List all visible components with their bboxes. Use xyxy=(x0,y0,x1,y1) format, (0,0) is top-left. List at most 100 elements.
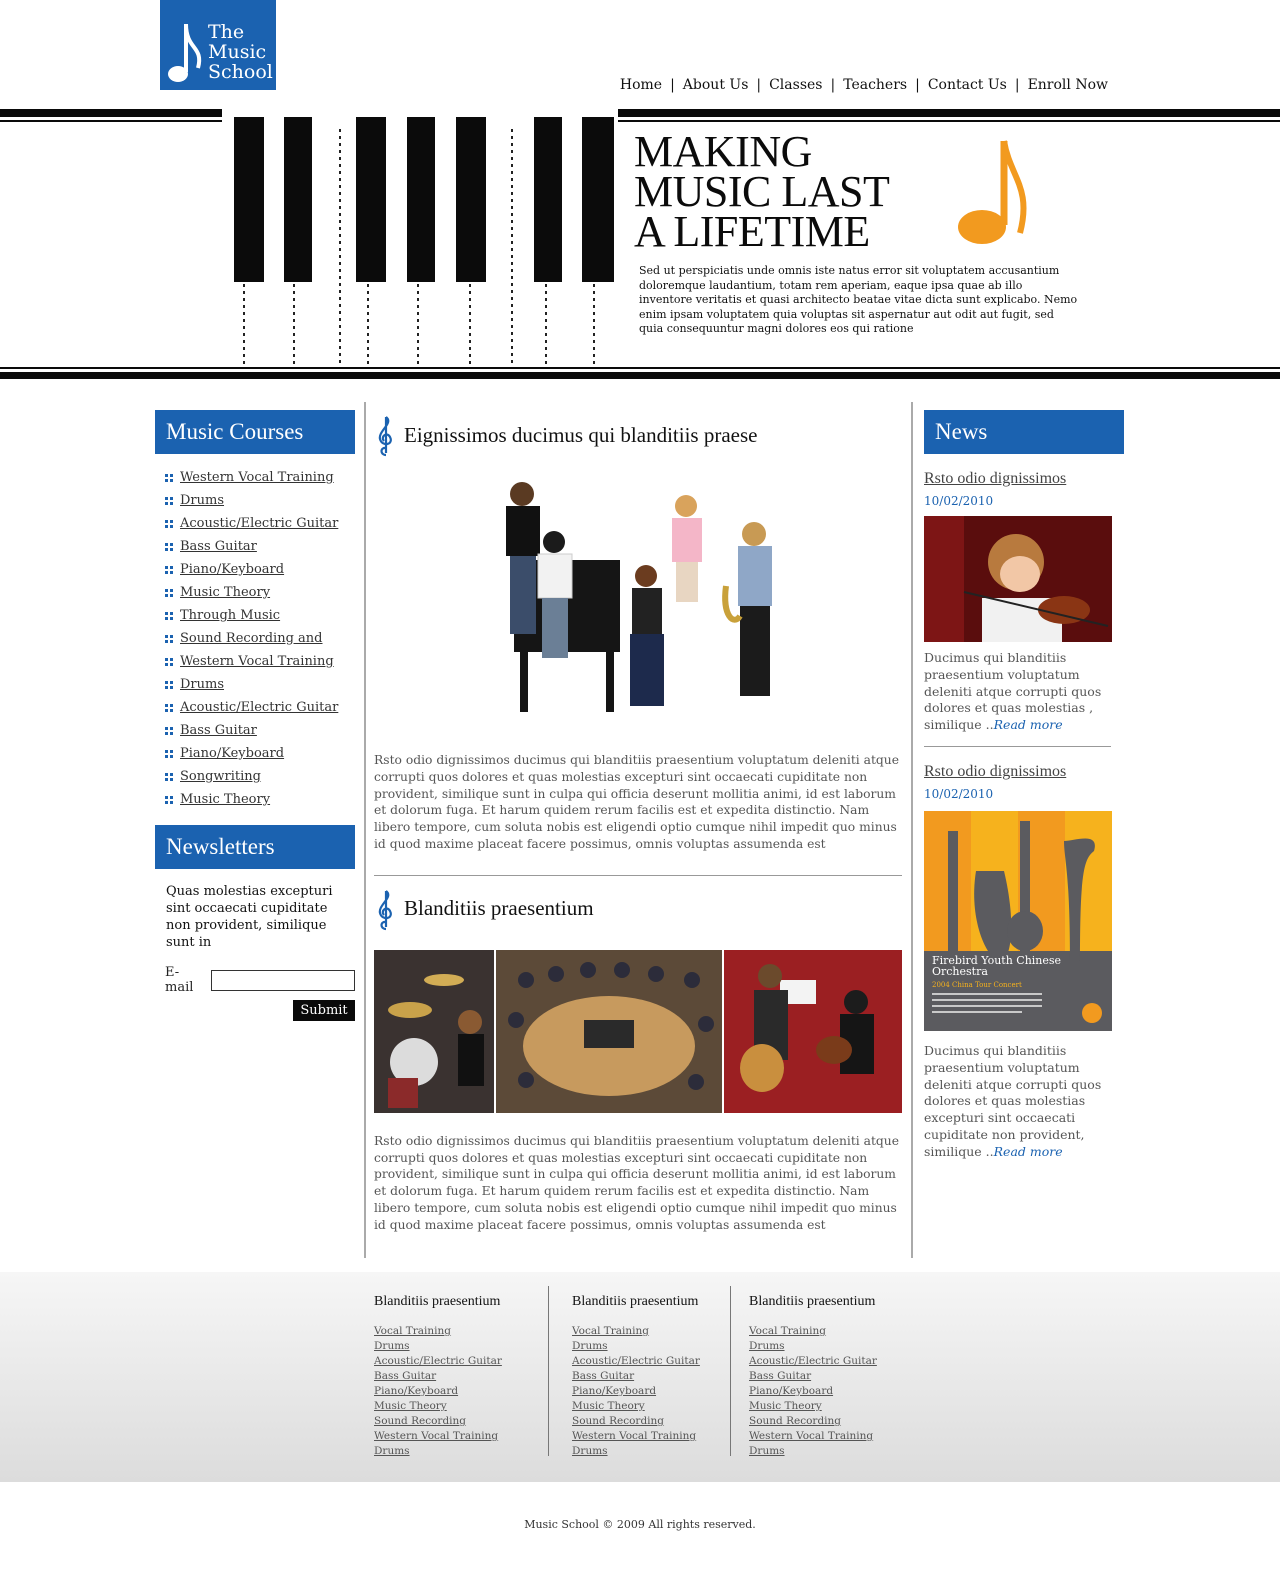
footer-link[interactable]: Music Theory xyxy=(374,1399,502,1414)
bullet-icon xyxy=(165,749,173,758)
footer-column-title: Blanditiis praesentium xyxy=(572,1294,699,1309)
footer-column: Blanditiis praesentium Vocal Training Drum… xyxy=(749,1294,877,1459)
footer-divider xyxy=(548,1286,549,1456)
footer-link[interactable]: Drums xyxy=(374,1339,502,1354)
footer-divider xyxy=(730,1286,731,1456)
course-link[interactable]: Music Theory xyxy=(180,585,270,600)
footer-column-title: Blanditiis praesentium xyxy=(749,1294,876,1309)
nav-contact-us[interactable]: Contact Us xyxy=(928,77,1007,93)
footer-link[interactable]: Western Vocal Training xyxy=(749,1429,877,1444)
footer-link[interactable]: Vocal Training xyxy=(749,1324,877,1339)
newsletter-text: Quas molestias excepturi sint occaecati … xyxy=(166,884,333,950)
bullet-icon xyxy=(165,680,173,689)
treble-clef-icon xyxy=(378,416,392,457)
footer-link[interactable]: Sound Recording xyxy=(749,1414,877,1429)
logo-text: The Music School xyxy=(208,21,273,83)
course-item: Music Theory xyxy=(165,788,355,811)
read-more-link[interactable]: Read more xyxy=(994,1144,1063,1159)
nav-enroll-now[interactable]: Enroll Now xyxy=(1028,77,1108,93)
section-title: Blanditiis praesentium xyxy=(404,896,594,921)
email-row: E-mail xyxy=(155,951,355,995)
section-divider xyxy=(374,874,902,876)
bullet-icon xyxy=(165,657,173,666)
photo-strip xyxy=(374,949,902,1113)
news-item-title[interactable]: Rsto odio dignissimos xyxy=(924,470,1066,487)
course-item: Acoustic/Electric Guitar xyxy=(165,696,355,719)
course-link[interactable]: Drums xyxy=(180,493,224,508)
footer-link[interactable]: Piano/Keyboard xyxy=(572,1384,700,1399)
footer-link[interactable]: Drums xyxy=(572,1444,700,1459)
newsletter-box: Newsletters Quas molestias excepturi sin… xyxy=(155,825,355,1021)
course-item: Bass Guitar xyxy=(165,535,355,558)
footer-link[interactable]: Music Theory xyxy=(572,1399,700,1414)
bullet-icon xyxy=(165,519,173,528)
column-divider-left xyxy=(364,402,366,1258)
bullet-icon xyxy=(165,611,173,620)
footer-link[interactable]: Acoustic/Electric Guitar xyxy=(749,1354,877,1369)
course-item: Acoustic/Electric Guitar xyxy=(165,512,355,535)
course-item: Songwriting xyxy=(165,765,355,788)
bullet-icon xyxy=(165,726,173,735)
bullet-icon xyxy=(165,565,173,574)
news-item: Rsto odio dignissimos 10/02/2010 Firebir… xyxy=(924,761,1124,1161)
course-list: Western Vocal Training Drums Acoustic/Elec… xyxy=(155,454,355,811)
footer-link[interactable]: Drums xyxy=(572,1339,700,1354)
footer-link[interactable]: Drums xyxy=(749,1444,877,1459)
footer-link[interactable]: Music Theory xyxy=(749,1399,877,1414)
footer-link[interactable]: Sound Recording xyxy=(374,1414,502,1429)
nav-classes[interactable]: Classes xyxy=(769,77,822,93)
course-link[interactable]: Sound Recording and xyxy=(180,631,323,646)
footer-link[interactable]: Vocal Training xyxy=(374,1324,502,1339)
nav-teachers[interactable]: Teachers xyxy=(843,77,907,93)
section-heading: Eignissimos ducimus qui blanditiis praes… xyxy=(374,410,902,460)
footer-link[interactable]: Drums xyxy=(749,1339,877,1354)
course-link[interactable]: Western Vocal Training xyxy=(180,470,334,485)
course-item: Western Vocal Training xyxy=(165,650,355,673)
bullet-icon xyxy=(165,772,173,781)
footer-link[interactable]: Bass Guitar xyxy=(572,1369,700,1384)
news-date: 10/02/2010 xyxy=(924,494,994,508)
course-link[interactable]: Bass Guitar xyxy=(180,723,257,738)
guitar-lesson-photo xyxy=(724,949,902,1113)
footer-link[interactable]: Bass Guitar xyxy=(374,1369,502,1384)
logo[interactable]: The Music School xyxy=(160,0,276,90)
footer-link[interactable]: Sound Recording xyxy=(572,1414,700,1429)
footer-link[interactable]: Piano/Keyboard xyxy=(374,1384,502,1399)
course-link[interactable]: Piano/Keyboard xyxy=(180,562,284,577)
submit-button[interactable]: Submit xyxy=(293,1000,355,1021)
hero-text: Sed ut perspiciatis unde omnis iste natu… xyxy=(639,264,1078,335)
orchestra-poster-image xyxy=(924,810,1112,1031)
nav-about-us[interactable]: About Us xyxy=(683,77,749,93)
nav-home[interactable]: Home xyxy=(620,77,662,93)
bullet-icon xyxy=(165,542,173,551)
footer-link[interactable]: Western Vocal Training xyxy=(374,1429,502,1444)
students-band-photo xyxy=(374,476,902,746)
read-more-link[interactable]: Read more xyxy=(994,717,1063,732)
footer-link[interactable]: Bass Guitar xyxy=(749,1369,877,1384)
course-link[interactable]: Through Music xyxy=(180,608,280,623)
treble-clef-icon xyxy=(378,889,392,930)
news-item-title[interactable]: Rsto odio dignissimos xyxy=(924,763,1066,780)
section-text: Rsto odio dignissimos ducimus qui blandi… xyxy=(374,1133,899,1232)
footer-link[interactable]: Acoustic/Electric Guitar xyxy=(374,1354,502,1369)
section-text: Rsto odio dignissimos ducimus qui blandi… xyxy=(374,753,899,851)
bullet-icon xyxy=(165,496,173,505)
course-link[interactable]: Songwriting xyxy=(180,769,261,784)
course-link[interactable]: Western Vocal Training xyxy=(180,654,334,669)
course-link[interactable]: Piano/Keyboard xyxy=(180,746,284,761)
course-link[interactable]: Bass Guitar xyxy=(180,539,257,554)
footer-column: Blanditiis praesentium Vocal Training Drum… xyxy=(374,1294,502,1459)
footer-link[interactable]: Drums xyxy=(374,1444,502,1459)
email-field[interactable] xyxy=(211,969,355,991)
footer-link[interactable]: Acoustic/Electric Guitar xyxy=(572,1354,700,1369)
course-item: Bass Guitar xyxy=(165,719,355,742)
course-item: Piano/Keyboard xyxy=(165,742,355,765)
course-link[interactable]: Drums xyxy=(180,677,224,692)
course-link[interactable]: Acoustic/Electric Guitar xyxy=(180,700,338,715)
footer-link[interactable]: Piano/Keyboard xyxy=(749,1384,877,1399)
course-link[interactable]: Music Theory xyxy=(180,792,270,807)
course-link[interactable]: Acoustic/Electric Guitar xyxy=(180,516,338,531)
footer-link[interactable]: Vocal Training xyxy=(572,1324,700,1339)
footer-link[interactable]: Western Vocal Training xyxy=(572,1429,700,1444)
news-item: Rsto odio dignissimos 10/02/2010 Ducimus… xyxy=(924,468,1124,747)
